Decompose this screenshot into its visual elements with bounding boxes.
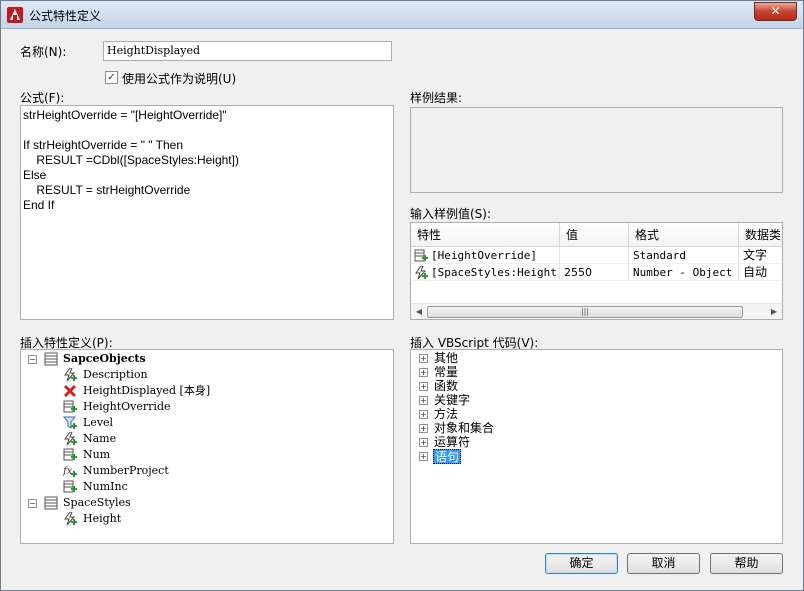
title-bar[interactable]: 公式特性定义 ✕ — [1, 1, 803, 29]
tree-group[interactable]: SapceObjects — [63, 351, 146, 367]
table-icon — [44, 496, 58, 510]
formula-line: RESULT = strHeightOverride — [23, 183, 191, 197]
fx-plus-icon: fx — [63, 466, 77, 477]
lightning-plus-icon — [64, 512, 77, 526]
tree-item-label: NumInc — [83, 480, 128, 493]
help-button[interactable]: 帮助 — [710, 553, 783, 574]
vbscript-item-selected[interactable]: 语句 — [433, 449, 462, 464]
formula-line — [23, 123, 391, 138]
table-plus-icon — [63, 400, 77, 413]
window-title: 公式特性定义 — [29, 9, 102, 23]
svg-text:fx: fx — [63, 466, 73, 477]
column-header-property[interactable]: 特性 — [411, 223, 560, 247]
name-label: 名称(N): — [20, 45, 67, 59]
funnel-plus-icon — [63, 416, 77, 429]
formula-line: End If — [23, 198, 55, 212]
table-plus-icon — [63, 448, 77, 461]
close-button[interactable]: ✕ — [754, 2, 797, 21]
scroll-left-icon[interactable]: ◀ — [411, 304, 427, 319]
tree-item-label: Name — [83, 432, 117, 445]
lightning-plus-icon — [415, 266, 428, 280]
sample-result-label: 样例结果: — [410, 91, 463, 105]
cell-datatype[interactable]: 文字 — [739, 247, 782, 264]
column-header-datatype[interactable]: 数据类 — [739, 223, 782, 247]
lightning-plus-icon — [64, 368, 77, 382]
tree-group[interactable]: SpaceStyles — [63, 495, 131, 511]
expand-icon[interactable]: + — [419, 396, 428, 405]
vbscript-tree[interactable]: + 其他 + 常量 + 函数 + 关键字 + 方法 + 对象和集合 + 运算符 … — [410, 349, 783, 544]
tree-item[interactable]: fx NumberProject — [63, 463, 169, 479]
tree-item-label: HeightOverride — [83, 400, 171, 413]
tree-item-label: NumberProject — [83, 464, 169, 477]
formula-editor[interactable]: strHeightOverride = "[HeightOverride]" I… — [20, 105, 394, 320]
autocad-logo-icon — [7, 7, 23, 23]
expand-icon[interactable]: + — [419, 410, 428, 419]
scroll-right-icon[interactable]: ▶ — [766, 304, 782, 319]
use-formula-label[interactable]: 使用公式作为说明(U) — [122, 70, 236, 87]
sample-values-label: 输入样例值(S): — [410, 207, 492, 221]
tree-item[interactable]: Description — [63, 367, 148, 383]
tree-item-label: Height — [83, 512, 122, 525]
table-row[interactable]: [HeightOverride] Standard 文字 — [411, 247, 782, 264]
expand-icon[interactable]: + — [419, 452, 428, 461]
red-x-icon — [63, 384, 77, 398]
tree-item-label: Description — [83, 368, 148, 381]
table-row[interactable]: [SpaceStyles:Height] 2550 Number - Objec… — [411, 264, 782, 281]
cell-datatype[interactable]: 自动 — [739, 264, 782, 281]
expand-icon[interactable]: + — [419, 354, 428, 363]
formula-line: RESULT =CDbl([SpaceStyles:Height]) — [23, 153, 239, 167]
tree-item[interactable]: Num — [63, 447, 110, 463]
tree-item-label: HeightDisplayed [本身] — [83, 384, 211, 397]
formula-property-dialog: 公式特性定义 ✕ 名称(N): HeightDisplayed ✓ 使用公式作为… — [0, 0, 804, 591]
formula-line: If strHeightOverride = " " Then — [23, 138, 184, 152]
tree-item-label: Level — [83, 416, 114, 429]
sample-values-grid[interactable]: 特性 值 格式 数据类 [HeightOverride] Standard 文字… — [410, 222, 783, 320]
expand-icon[interactable]: + — [419, 382, 428, 391]
tree-item-label: Num — [83, 448, 111, 461]
table-plus-icon — [414, 249, 428, 262]
tree-item[interactable]: NumInc — [63, 479, 128, 495]
tree-item[interactable]: Height — [63, 511, 121, 527]
cell-format[interactable]: Standard — [629, 247, 739, 264]
tree-item[interactable]: HeightDisplayed [本身] — [63, 383, 210, 399]
column-header-value[interactable]: 值 — [560, 223, 629, 247]
cell-format[interactable]: Number - Object — [629, 264, 739, 281]
expand-icon[interactable]: + — [419, 368, 428, 377]
cell-property: [HeightOverride] — [411, 247, 560, 264]
tree-item[interactable]: HeightOverride — [63, 399, 171, 415]
property-tree[interactable]: − SapceObjects Description HeightDisplay… — [20, 349, 394, 544]
grid-header: 特性 值 格式 数据类 — [411, 223, 782, 247]
collapse-icon[interactable]: − — [28, 355, 37, 364]
formula-label: 公式(F): — [20, 91, 65, 105]
horizontal-scrollbar[interactable]: ◀ ||| ▶ — [411, 303, 782, 319]
tree-item[interactable]: Level — [63, 415, 113, 431]
vbscript-item[interactable]: 运算符 — [434, 434, 470, 450]
table-plus-icon — [63, 480, 77, 493]
scroll-thumb[interactable]: ||| — [427, 306, 743, 318]
ok-button[interactable]: 确定 — [545, 553, 618, 574]
cell-value[interactable]: 2550 — [560, 264, 629, 281]
expand-icon[interactable]: + — [419, 438, 428, 447]
collapse-icon[interactable]: − — [28, 499, 37, 508]
cell-property: [SpaceStyles:Height] — [411, 264, 560, 281]
tree-item[interactable]: Name — [63, 431, 116, 447]
use-formula-checkbox[interactable]: ✓ — [105, 71, 118, 84]
name-input[interactable]: HeightDisplayed — [103, 41, 392, 61]
formula-line: Else — [23, 168, 47, 182]
cell-value[interactable] — [560, 247, 629, 264]
expand-icon[interactable]: + — [419, 424, 428, 433]
column-header-format[interactable]: 格式 — [629, 223, 739, 247]
table-icon — [44, 352, 58, 366]
sample-result-box — [410, 107, 783, 193]
cancel-button[interactable]: 取消 — [627, 553, 700, 574]
formula-line: strHeightOverride = "[HeightOverride]" — [23, 108, 227, 122]
lightning-plus-icon — [64, 432, 77, 446]
